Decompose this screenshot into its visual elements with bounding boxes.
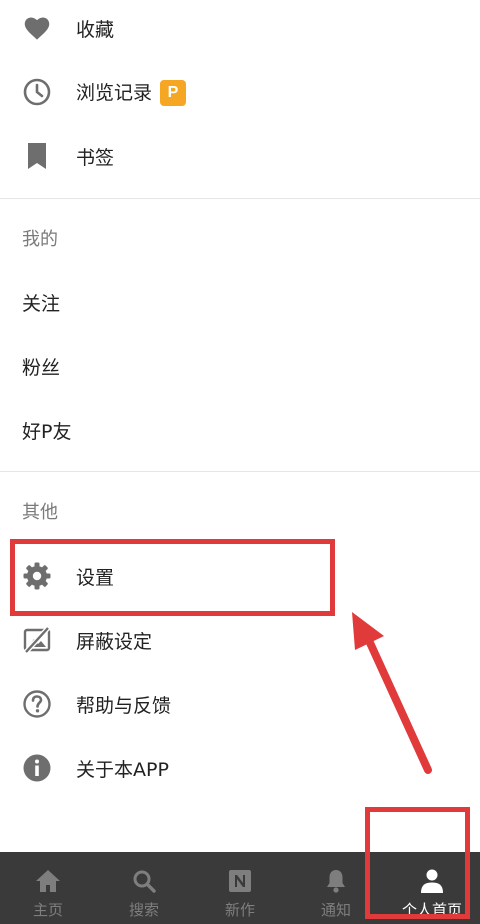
menu-item-followers[interactable]: 粉丝 (0, 334, 480, 398)
section-title-other: 其他 (22, 502, 58, 523)
search-icon (131, 868, 157, 894)
divider (0, 471, 480, 472)
menu-item-about-app[interactable]: 关于本APP (0, 736, 480, 800)
tab-label: 主页 (32, 901, 63, 919)
tab-label: 搜索 (128, 901, 159, 919)
highlight-box-profile-tab (365, 807, 470, 919)
heart-icon (22, 13, 52, 43)
premium-badge: P (160, 80, 187, 107)
menu-item-history[interactable]: 浏览记录 P (0, 60, 480, 124)
clock-icon (22, 77, 52, 107)
menu-label: 书签 (76, 146, 115, 169)
menu-item-help-feedback[interactable]: 帮助与反馈 (0, 672, 480, 736)
menu-item-mute-settings[interactable]: 屏蔽设定 (0, 608, 480, 672)
menu-item-bookmarks[interactable]: 书签 (0, 124, 480, 188)
menu-item-mypixiv[interactable]: 好P友 (0, 398, 480, 462)
menu-item-favorites[interactable]: 收藏 (0, 0, 480, 60)
menu-label: 收藏 (76, 18, 115, 41)
tab-label: 通知 (320, 901, 351, 919)
tab-home[interactable]: 主页 (0, 852, 96, 924)
menu-label: 帮助与反馈 (76, 694, 172, 717)
info-circle-icon (22, 753, 52, 783)
menu-label: 关于本APP (76, 758, 169, 781)
highlight-box-settings (10, 539, 335, 616)
section-title-mine: 我的 (22, 229, 58, 250)
menu-item-following[interactable]: 关注 (0, 270, 480, 334)
divider (0, 198, 480, 199)
mute-image-icon (22, 625, 52, 655)
new-works-icon (227, 868, 253, 894)
tab-search[interactable]: 搜索 (96, 852, 192, 924)
menu-label: 浏览记录 (76, 81, 153, 104)
menu-label: 好P友 (22, 420, 72, 443)
bell-icon (323, 868, 349, 894)
menu-label: 屏蔽设定 (76, 630, 153, 653)
tab-new-works[interactable]: 新作 (192, 852, 288, 924)
menu-label: 关注 (22, 292, 61, 315)
tab-label: 新作 (224, 901, 255, 919)
menu-label: 粉丝 (22, 356, 61, 379)
bookmark-icon (22, 141, 52, 171)
help-circle-icon (22, 689, 52, 719)
home-icon (35, 868, 61, 894)
